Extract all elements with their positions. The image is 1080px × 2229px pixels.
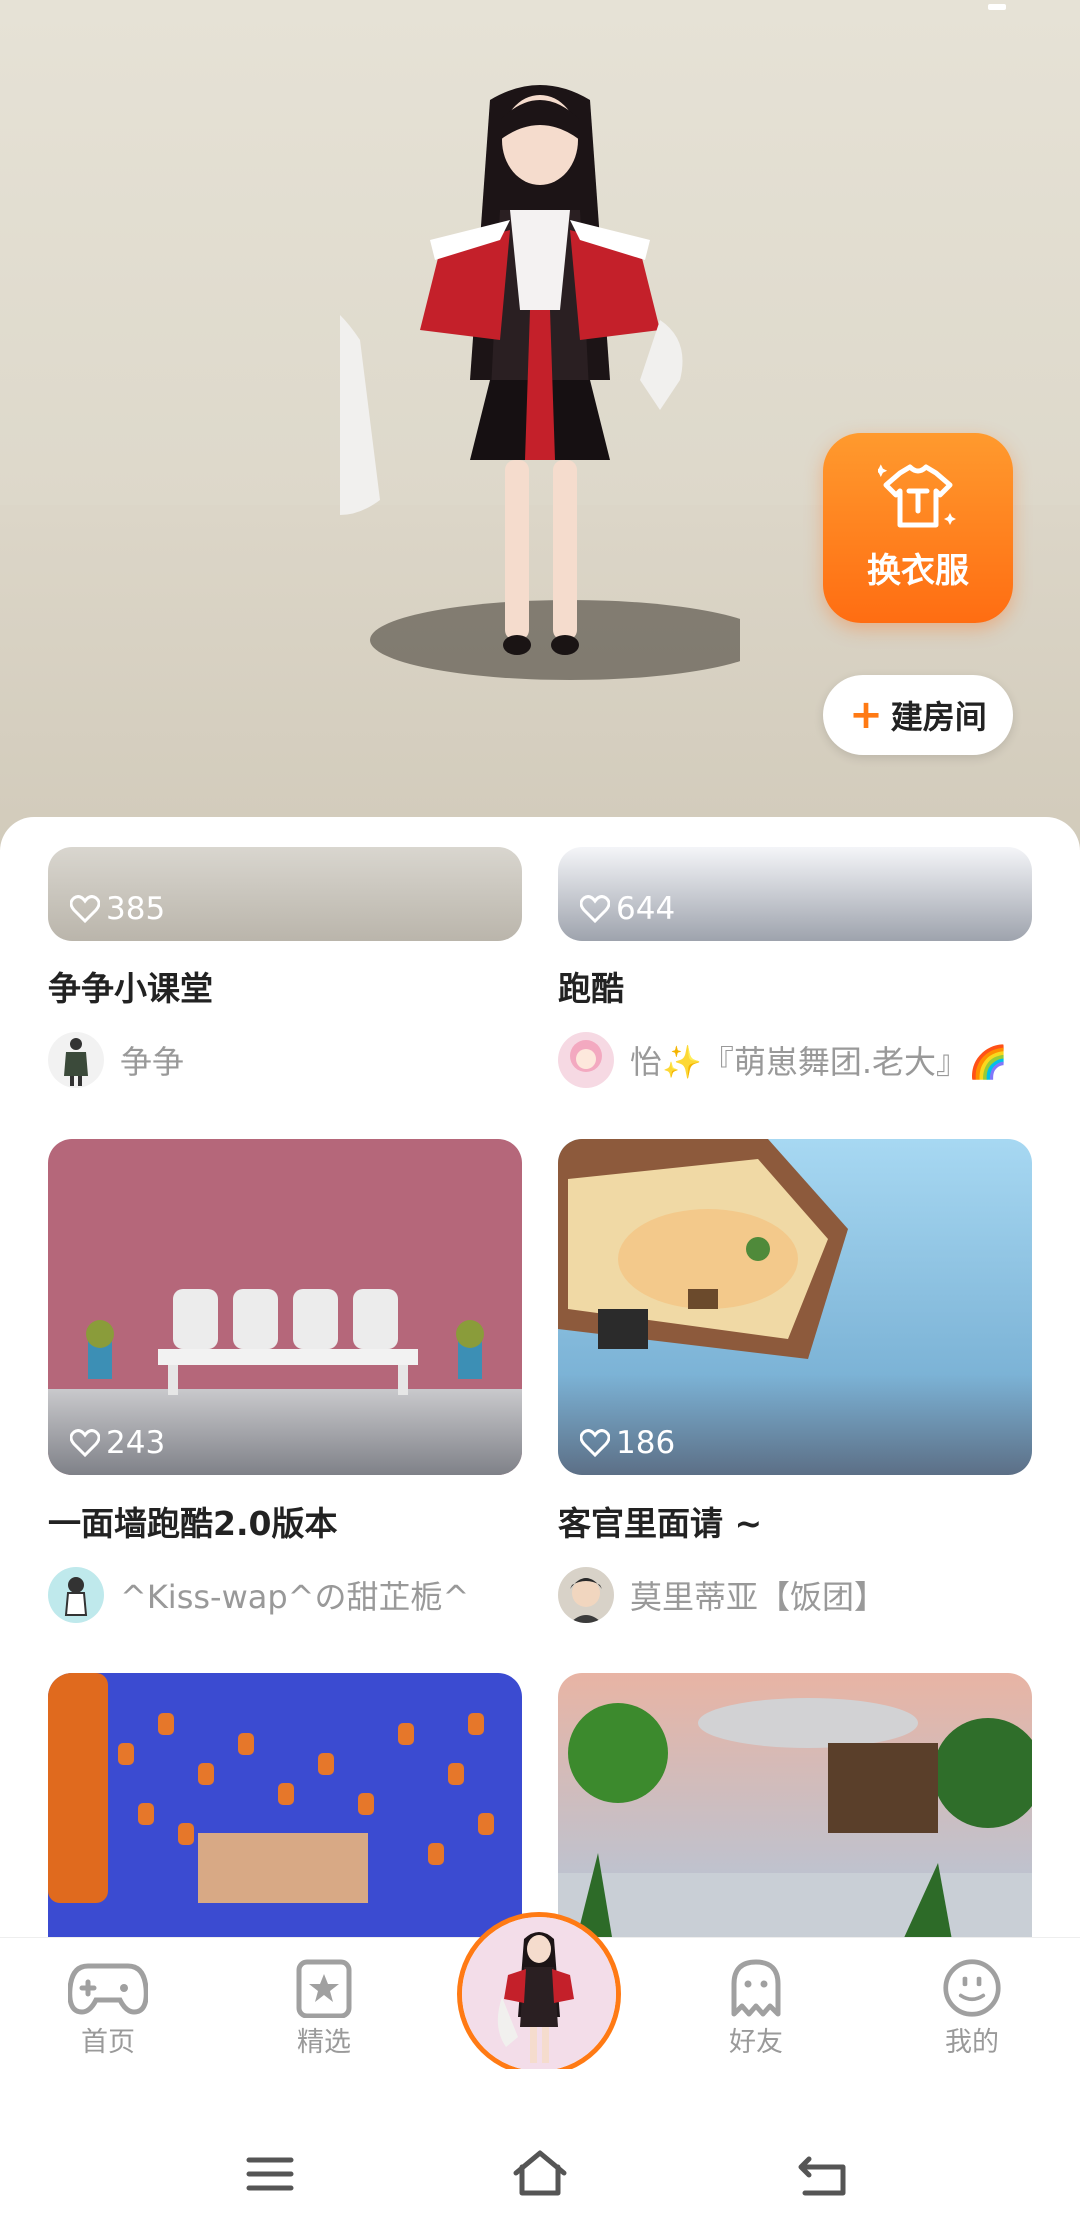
author-name: 争争: [120, 1043, 185, 1081]
author-name: 莫里蒂亚【饭团】: [630, 1578, 887, 1616]
likes-count: 644: [580, 891, 675, 927]
nav-item-featured[interactable]: 精选: [254, 1958, 394, 2059]
nav-item-label: 首页: [81, 2027, 135, 2058]
room-thumbnail[interactable]: 644: [558, 847, 1032, 941]
change-outfit-button[interactable]: 换衣服: [823, 433, 1013, 623]
room-thumbnail[interactable]: [558, 1673, 1032, 1937]
avatar-center-button[interactable]: [457, 1912, 621, 2076]
nav-item-friends[interactable]: 好友: [686, 1958, 826, 2059]
nav-item-label: 精选: [297, 2027, 351, 2058]
star-bookmark-icon: [296, 1959, 352, 2018]
room-author[interactable]: 怡✨『萌崽舞团.老大』🌈: [558, 1032, 1032, 1088]
avatar: [462, 1917, 616, 2071]
change-outfit-label: 换衣服: [867, 551, 969, 591]
nav-item-label: 好友: [729, 2027, 783, 2058]
nav-item-me[interactable]: 我的: [902, 1958, 1042, 2059]
avatar-stage: 换衣服 + 建房间: [0, 0, 1080, 850]
create-room-button[interactable]: + 建房间: [823, 675, 1013, 755]
home-icon[interactable]: [510, 2147, 570, 2199]
room-author[interactable]: ^Kiss-wap^の甜芷栀^: [48, 1567, 469, 1623]
author-avatar: [558, 1032, 614, 1088]
author-avatar: [558, 1567, 614, 1623]
ghost-icon: [731, 1959, 781, 2017]
room-author[interactable]: 争争: [48, 1032, 184, 1088]
author-avatar: [48, 1032, 104, 1088]
likes-count: 186: [580, 1425, 675, 1461]
plus-icon: +: [849, 692, 883, 738]
nav-item-home[interactable]: 首页: [38, 1958, 178, 2059]
room-author[interactable]: 莫里蒂亚【饭团】: [558, 1567, 886, 1623]
shirt-icon: [878, 464, 956, 528]
character-model[interactable]: [340, 80, 740, 740]
heart-icon: [70, 1429, 100, 1457]
smiley-icon: [943, 1959, 1001, 2017]
status-indicator: [988, 4, 1006, 10]
room-title: 客官里面请 ~: [558, 1504, 763, 1543]
gamepad-icon: [68, 1963, 148, 2015]
room-title: 争争小课堂: [48, 969, 213, 1008]
room-title: 跑酷: [558, 969, 624, 1008]
heart-icon: [580, 895, 610, 923]
room-title: 一面墙跑酷2.0版本: [48, 1504, 338, 1543]
menu-icon[interactable]: [245, 2154, 295, 2194]
author-avatar: [48, 1567, 104, 1623]
heart-icon: [70, 895, 100, 923]
likes-count: 243: [70, 1425, 165, 1461]
author-name: ^Kiss-wap^の甜芷栀^: [120, 1578, 470, 1616]
likes-count: 385: [70, 891, 165, 927]
system-nav-bar: [0, 2069, 1080, 2229]
author-name: 怡✨『萌崽舞团.老大』🌈: [630, 1043, 1008, 1081]
back-icon[interactable]: [795, 2149, 851, 2199]
room-thumbnail[interactable]: 385: [48, 847, 522, 941]
nav-item-label: 我的: [945, 2027, 999, 2058]
heart-icon: [580, 1429, 610, 1457]
room-thumbnail[interactable]: 186: [558, 1139, 1032, 1475]
room-feed[interactable]: 385 争争小课堂 争争 644 跑酷 怡✨『萌崽舞团.老大』🌈 243 一面墙…: [0, 817, 1080, 1937]
room-thumbnail[interactable]: 243: [48, 1139, 522, 1475]
create-room-label: 建房间: [890, 698, 987, 736]
room-thumbnail[interactable]: [48, 1673, 522, 1937]
